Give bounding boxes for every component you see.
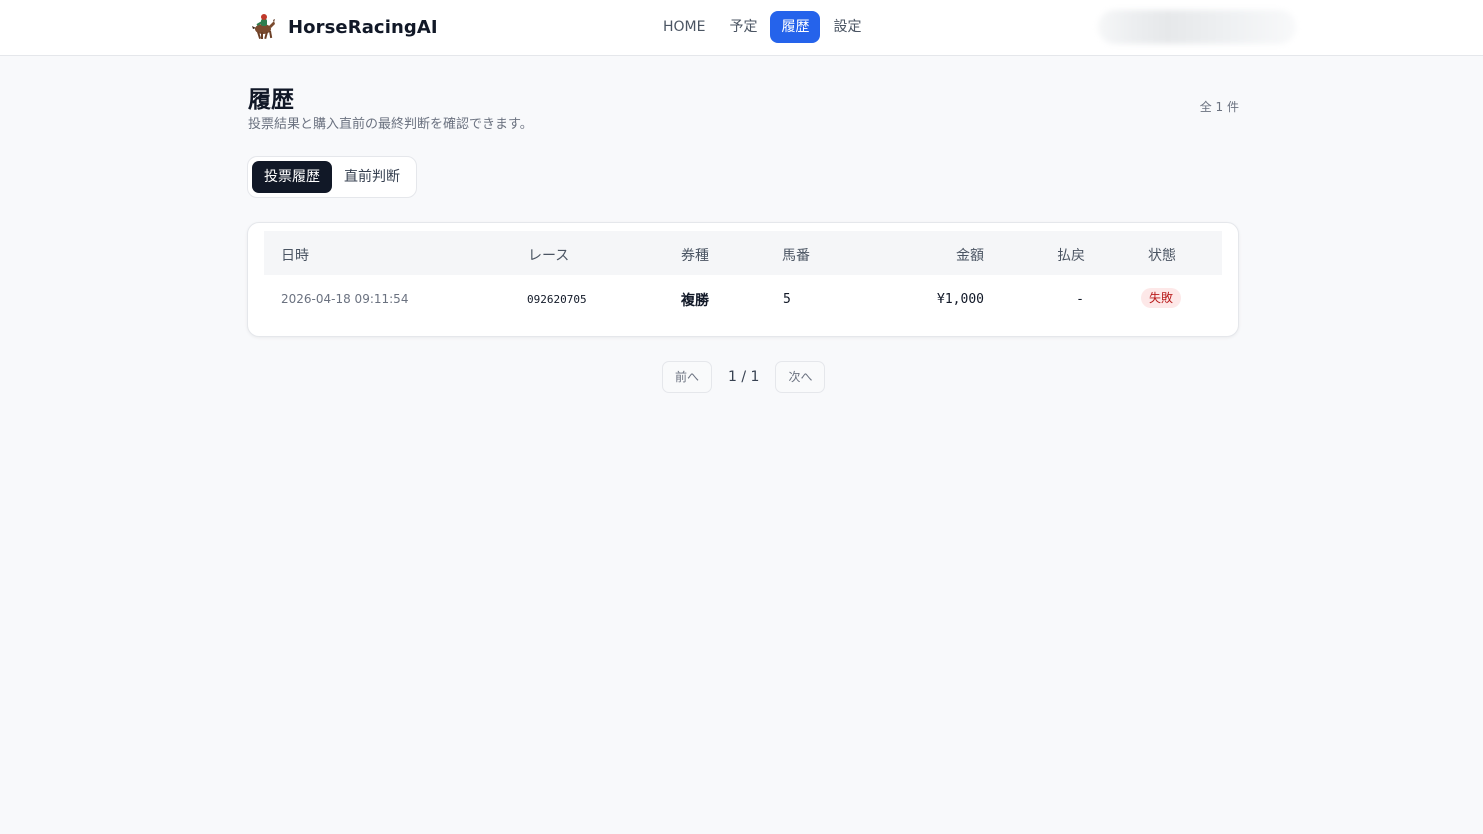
table-row[interactable]: 2026-04-18 09:11:54 092620705 複勝 5 ¥1,00… bbox=[248, 275, 1238, 321]
header-status: 状態 bbox=[1148, 248, 1176, 264]
nav-history[interactable]: 履歴 bbox=[770, 11, 821, 43]
top-header: HorseRacingAI HOME 予定 履歴 設定 bbox=[0, 0, 1483, 56]
table-header: 日時 レース 券種 馬番 金額 払戻 状態 bbox=[264, 231, 1222, 275]
header-race: レース bbox=[528, 248, 570, 264]
main-nav: HOME 予定 履歴 設定 bbox=[652, 11, 874, 43]
racehorse-icon bbox=[252, 14, 275, 40]
header-horse-number: 馬番 bbox=[782, 248, 810, 264]
nav-schedule[interactable]: 予定 bbox=[718, 11, 768, 43]
blurred-user-area[interactable] bbox=[1098, 10, 1296, 44]
brand[interactable]: HorseRacingAI bbox=[250, 13, 438, 41]
header-amount: 金額 bbox=[956, 248, 984, 264]
page-subtitle: 投票結果と購入直前の最終判断を確認できます。 bbox=[248, 117, 533, 132]
total-count: 全 1 件 bbox=[1199, 100, 1239, 114]
history-tabs: 投票履歴 直前判断 bbox=[247, 156, 417, 198]
status-badge: 失敗 bbox=[1141, 288, 1182, 308]
brand-name: HorseRacingAI bbox=[288, 16, 438, 38]
nav-home[interactable]: HOME bbox=[652, 11, 716, 43]
header-date: 日時 bbox=[281, 248, 309, 264]
nav-settings[interactable]: 設定 bbox=[822, 11, 872, 43]
bet-history-table: 日時 レース 券種 馬番 金額 払戻 状態 2026-04-18 09:11:5… bbox=[247, 222, 1239, 337]
cell-amount: ¥1,000 bbox=[937, 292, 984, 307]
page-title: 履歴 bbox=[248, 87, 294, 113]
cell-ticket-type: 複勝 bbox=[681, 293, 709, 309]
cell-date: 2026-04-18 09:11:54 bbox=[281, 292, 409, 306]
header-payout: 払戻 bbox=[1057, 248, 1085, 264]
page-indicator: 1 / 1 bbox=[728, 369, 760, 385]
cell-race-id: 092620705 bbox=[527, 293, 587, 306]
tab-final-judgement[interactable]: 直前判断 bbox=[332, 161, 412, 193]
prev-page-button[interactable]: 前へ bbox=[662, 361, 713, 393]
header-ticket-type: 券種 bbox=[681, 248, 709, 264]
pagination: 前へ 1 / 1 次へ bbox=[662, 361, 826, 393]
cell-horse-number: 5 bbox=[783, 292, 791, 307]
tab-bet-history[interactable]: 投票履歴 bbox=[252, 161, 332, 193]
cell-payout: - bbox=[1076, 292, 1084, 307]
next-page-button[interactable]: 次へ bbox=[775, 361, 826, 393]
